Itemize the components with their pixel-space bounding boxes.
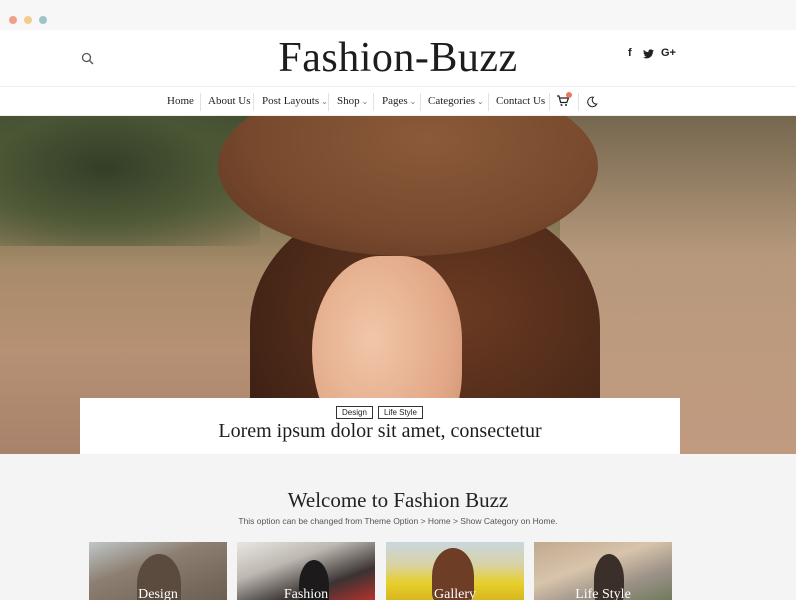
site-header: Fashion-Buzz f G+	[0, 30, 796, 86]
category-card-design[interactable]: Design	[89, 542, 227, 600]
nav-item-label: Contact Us	[496, 95, 546, 107]
nav-item-label: About Us	[208, 95, 251, 107]
browser-titlebar	[0, 0, 796, 30]
nav-divider	[549, 93, 550, 111]
category-label: Life Style	[575, 587, 631, 600]
tag-life-style[interactable]: Life Style	[378, 406, 423, 419]
nav-divider	[420, 93, 421, 111]
category-label: Design	[138, 587, 178, 600]
nav-item-home[interactable]: Home	[167, 95, 194, 107]
section-title: Welcome to Fashion Buzz	[287, 488, 509, 512]
nav-item-label: Home	[167, 95, 194, 107]
twitter-icon[interactable]	[643, 49, 654, 59]
category-card-gallery[interactable]: Gallery	[386, 542, 524, 600]
category-label: Gallery	[434, 587, 476, 600]
hero-post-title[interactable]: Lorem ipsum dolor sit amet, consectetur	[80, 420, 680, 443]
nav-item-label: Categories	[428, 95, 476, 107]
category-card-life-style[interactable]: Life Style	[534, 542, 672, 600]
chevron-down-icon: ⌄	[361, 97, 369, 106]
chevron-down-icon: ⌄	[409, 97, 417, 106]
site-title[interactable]: Fashion-Buzz	[0, 34, 796, 82]
category-label: Fashion	[283, 587, 329, 600]
nav-divider	[253, 93, 254, 111]
nav-divider	[200, 93, 201, 111]
cart-count-badge	[566, 92, 572, 98]
category-card-fashion[interactable]: Fashion	[237, 542, 375, 600]
main-navigation: Home About Us Post Layouts ⌄ Shop ⌄ Pages ⌄…	[0, 86, 796, 116]
window-maximize-dot[interactable]	[39, 16, 47, 24]
hero-caption-card: Design Life Style Lorem ipsum dolor sit …	[80, 398, 680, 454]
facebook-icon[interactable]: f	[628, 47, 632, 59]
nav-divider	[328, 93, 329, 111]
nav-item-contact-us[interactable]: Contact Us	[496, 95, 545, 107]
tag-design[interactable]: Design	[336, 406, 373, 419]
nav-item-about-us[interactable]: About Us	[208, 95, 250, 107]
nav-item-label: Pages	[382, 95, 408, 107]
window-close-dot[interactable]	[9, 16, 17, 24]
chevron-down-icon: ⌄	[321, 97, 328, 106]
nav-divider	[488, 93, 489, 111]
nav-item-label: Shop	[337, 95, 360, 107]
chevron-down-icon: ⌄	[477, 97, 484, 106]
nav-divider	[578, 93, 579, 111]
nav-item-post-layouts[interactable]: Post Layouts ⌄	[262, 95, 328, 107]
section-subtitle: This option can be changed from Theme Op…	[238, 516, 558, 526]
nav-item-shop[interactable]: Shop ⌄	[337, 95, 368, 107]
google-plus-icon[interactable]: G+	[661, 47, 676, 59]
moon-icon[interactable]	[586, 96, 598, 108]
nav-divider	[373, 93, 374, 111]
nav-item-label: Post Layouts	[262, 95, 320, 107]
hero-slider[interactable]: Design Life Style Lorem ipsum dolor sit …	[0, 116, 796, 454]
window-minimize-dot[interactable]	[24, 16, 32, 24]
nav-item-categories[interactable]: Categories ⌄	[428, 95, 484, 107]
nav-item-pages[interactable]: Pages ⌄	[382, 95, 416, 107]
